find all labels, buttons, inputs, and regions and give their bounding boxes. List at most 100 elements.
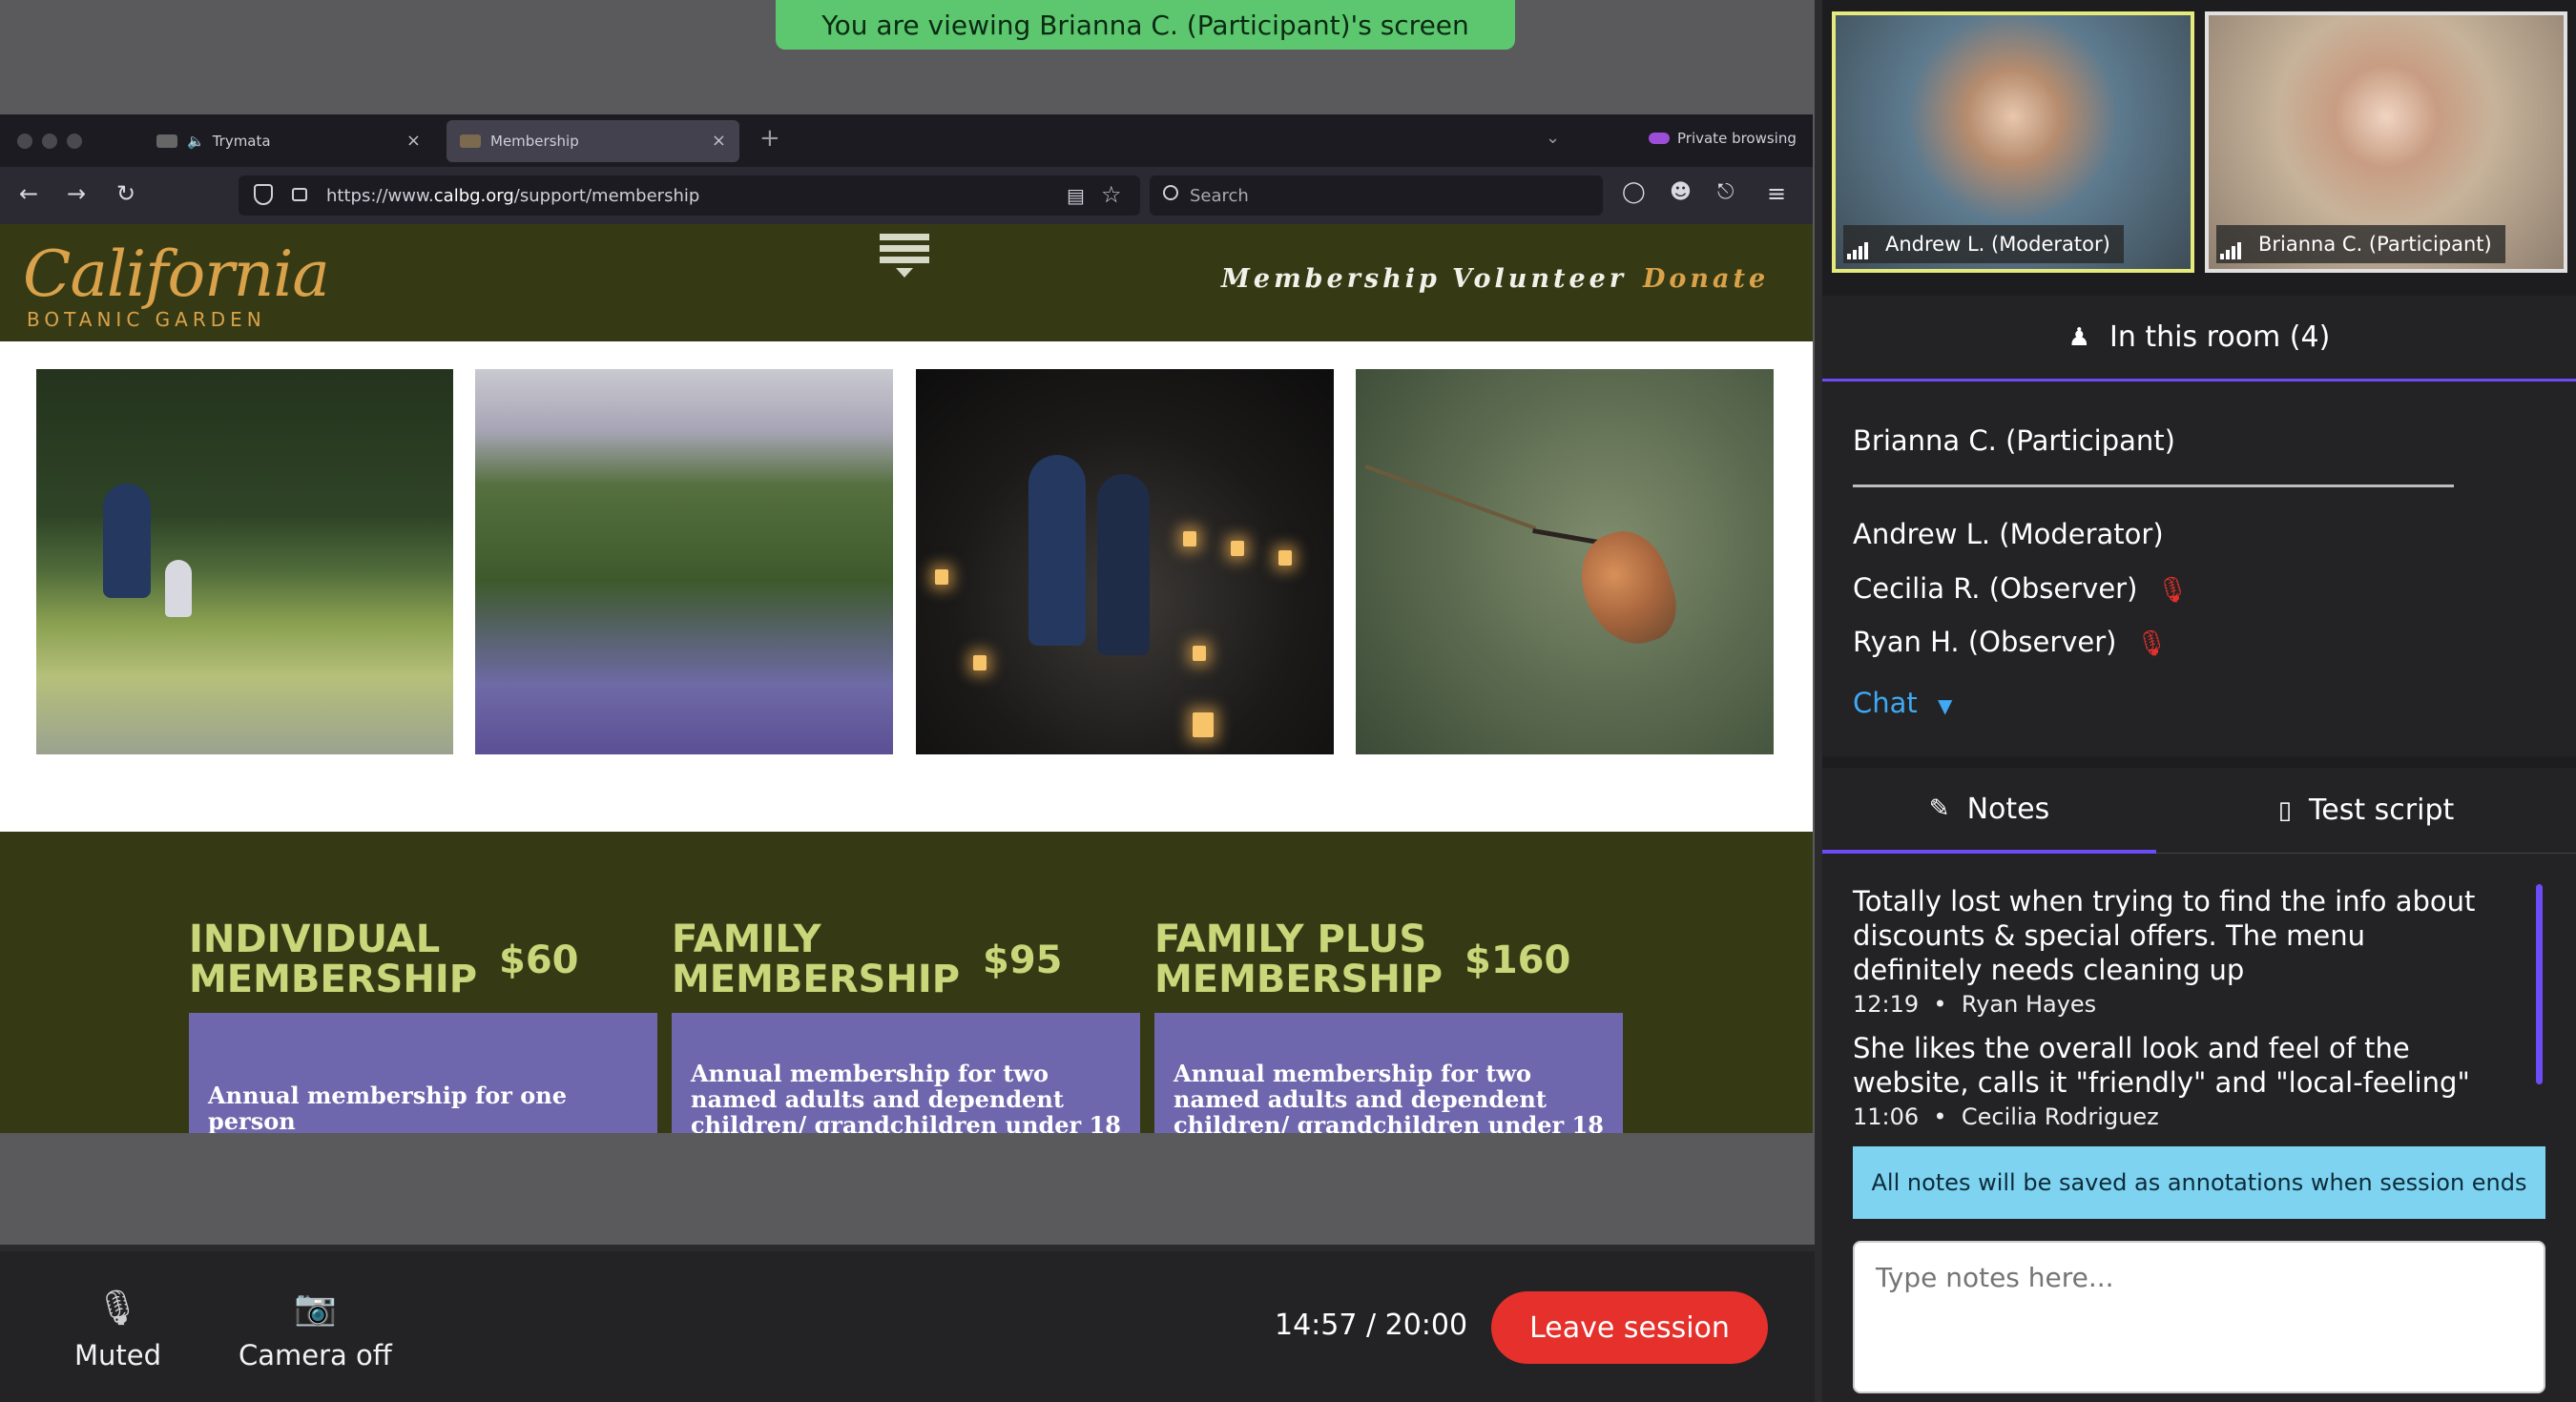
note-item[interactable]: Totally lost when trying to find the inf…	[1853, 884, 2502, 1018]
membership-price-family: $95	[983, 938, 1063, 982]
beak	[1532, 527, 1599, 546]
adult-figure	[103, 484, 151, 598]
walker-figure	[1028, 455, 1086, 646]
pocket-icon[interactable]: ◯	[1622, 180, 1646, 204]
membership-card-family-plus[interactable]: Annual membership for two named adults a…	[1154, 1013, 1623, 1133]
tab-notes[interactable]: ✎ Notes	[1822, 768, 2156, 854]
site-nav-donate[interactable]: Donate	[1643, 264, 1769, 294]
mic-off-icon: 🎙	[95, 1289, 140, 1328]
note-item[interactable]: She likes the overall look and feel of t…	[1853, 1031, 2502, 1130]
camera-toggle-button[interactable]: 📷 Camera off	[239, 1288, 392, 1371]
shared-browser-window: 🔈 Trymata × Membership × + ⌄ Private bro…	[0, 114, 1813, 1133]
note-meta: 11:06 • Cecilia Rodriguez	[1853, 1103, 2159, 1130]
shield-icon[interactable]	[254, 184, 273, 205]
lantern	[1193, 712, 1214, 737]
note-meta: 12:19 • Ryan Hayes	[1853, 991, 2097, 1018]
browser-search-input[interactable]: Search	[1150, 175, 1603, 216]
leave-session-button[interactable]: Leave session	[1491, 1291, 1768, 1364]
extensions-icon[interactable]: ⎋	[1717, 180, 1734, 204]
tab-favicon-icon	[156, 134, 177, 148]
browser-tab-membership[interactable]: Membership ×	[447, 120, 739, 162]
membership-title-family: FAMILY MEMBERSHIP	[672, 917, 961, 1001]
shared-screen: You are viewing Brianna C. (Participant)…	[0, 0, 1815, 1245]
url-bar[interactable]: https://www.calbg.org/support/membership…	[239, 175, 1140, 216]
tab-list-chevron-icon[interactable]: ⌄	[1546, 128, 1560, 148]
window-minimize-dot[interactable]	[42, 134, 57, 149]
room-person-brianna: Brianna C. (Participant)	[1853, 424, 2175, 457]
notes-panel: ✎ Notes ▯ Test script Totally lost when …	[1822, 768, 2576, 1402]
hummingbird-photo	[1356, 369, 1774, 754]
tab-label: Trymata	[212, 133, 271, 150]
note-text: She likes the overall look and feel of t…	[1853, 1032, 2470, 1099]
room-header: ♟ In this room (4)	[1822, 296, 2576, 381]
room-panel: ♟ In this room (4) Brianna C. (Participa…	[1822, 296, 2576, 756]
notes-input[interactable]	[1853, 1241, 2545, 1393]
mountain-sage-photo	[475, 369, 893, 754]
session-control-bar: 🎙 Muted 📷 Camera off 14:57 / 20:00 Leave…	[0, 1251, 1815, 1402]
reload-icon[interactable]: ↻	[116, 180, 135, 207]
lantern	[1183, 531, 1196, 546]
tab-close-icon[interactable]: ×	[712, 131, 726, 151]
video-tile-andrew[interactable]: Andrew L. (Moderator)	[1832, 11, 2194, 273]
tab-favicon-icon	[460, 134, 481, 148]
branch	[1364, 464, 1537, 530]
caret-down-icon: ▼	[1938, 694, 1953, 717]
tab-notes-label: Notes	[1966, 792, 2050, 826]
site-logo-subtitle[interactable]: BOTANIC GARDEN	[27, 308, 266, 331]
notes-scrollbar[interactable]	[2536, 884, 2543, 1084]
signal-strength-icon	[1847, 242, 1868, 259]
walker-figure	[1097, 474, 1150, 655]
chat-toggle[interactable]: Chat ▼	[1853, 687, 1952, 719]
room-person-ryan: Ryan H. (Observer) 🎙	[1853, 626, 2168, 658]
forward-arrow-icon[interactable]: →	[67, 180, 86, 207]
mute-label: Muted	[74, 1339, 162, 1371]
membership-price-individual: $60	[499, 938, 579, 982]
camera-off-icon: 📷	[293, 1289, 337, 1328]
session-timer: 14:57 / 20:00	[1275, 1309, 1468, 1342]
video-tile-brianna[interactable]: Brianna C. (Participant)	[2205, 11, 2567, 273]
people-icon: ♟	[2067, 322, 2090, 352]
garden-path-photo	[36, 369, 453, 754]
notes-info-banner: All notes will be saved as annotations w…	[1853, 1146, 2545, 1219]
browser-tab-trymata[interactable]: 🔈 Trymata ×	[143, 120, 434, 162]
site-nav-membership[interactable]: Membership	[1221, 264, 1441, 294]
mic-muted-icon: 🎙	[2156, 576, 2189, 605]
tab-close-icon[interactable]: ×	[406, 131, 421, 151]
tab-test-script[interactable]: ▯ Test script	[2156, 768, 2576, 854]
reader-view-icon[interactable]: ▤	[1067, 184, 1085, 207]
search-placeholder: Search	[1190, 185, 1249, 206]
url-text: https://www.calbg.org/support/membership	[326, 185, 700, 206]
browser-tab-bar: 🔈 Trymata × Membership × + ⌄ Private bro…	[0, 114, 1813, 167]
hamburger-menu-icon[interactable]	[880, 234, 929, 278]
viewing-banner: You are viewing Brianna C. (Participant)…	[776, 0, 1515, 50]
lantern	[1193, 646, 1206, 661]
menu-icon[interactable]: ≡	[1767, 180, 1786, 207]
browser-nav-bar: ← → ↻ https://www.calbg.org/support/memb…	[0, 167, 1813, 224]
new-tab-plus-icon[interactable]: +	[759, 124, 780, 153]
private-browsing-indicator: Private browsing	[1649, 130, 1797, 147]
mute-toggle-button[interactable]: 🎙 Muted	[74, 1288, 161, 1371]
chat-label: Chat	[1853, 687, 1918, 719]
window-close-dot[interactable]	[17, 134, 32, 149]
back-arrow-icon[interactable]: ←	[19, 180, 38, 207]
site-logo[interactable]: California	[23, 237, 330, 311]
lantern	[1278, 550, 1292, 566]
person-name: Ryan H. (Observer)	[1853, 626, 2117, 658]
window-maximize-dot[interactable]	[67, 134, 82, 149]
lantern	[973, 655, 987, 670]
membership-card-family[interactable]: Annual membership for two named adults a…	[672, 1013, 1140, 1133]
membership-card-individual[interactable]: Annual membership for one person	[189, 1013, 657, 1133]
lantern	[935, 569, 948, 585]
video-name-label: Brianna C. (Participant)	[2216, 225, 2505, 263]
account-icon[interactable]: ☻	[1670, 180, 1692, 204]
bookmark-star-icon[interactable]: ☆	[1101, 181, 1122, 208]
private-mask-icon	[1649, 133, 1670, 144]
pencil-icon: ✎	[1928, 794, 1950, 823]
lock-icon[interactable]	[292, 188, 307, 201]
website-content: California BOTANIC GARDEN Membership Vol…	[0, 224, 1813, 1133]
speaker-icon: 🔈	[187, 133, 205, 150]
membership-section: INDIVIDUAL MEMBERSHIP $60 Annual membersh…	[0, 832, 1813, 1133]
mic-muted-icon: 🎙	[2135, 629, 2168, 658]
tab-script-label: Test script	[2309, 794, 2455, 827]
site-nav-volunteer[interactable]: Volunteer	[1452, 264, 1627, 294]
